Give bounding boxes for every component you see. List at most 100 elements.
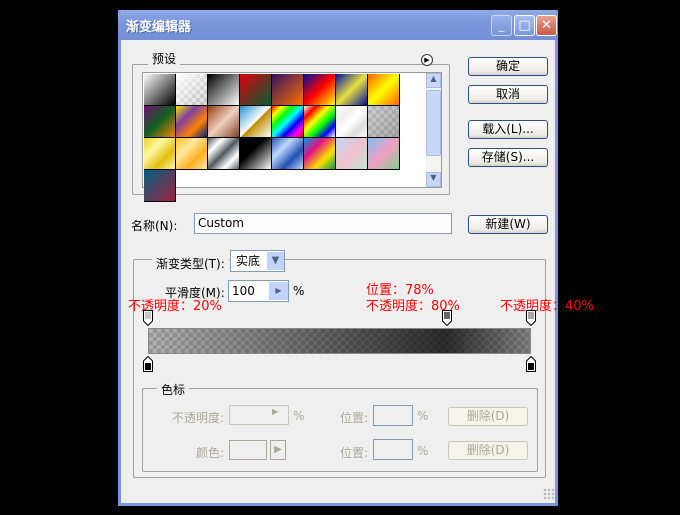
preset-swatch[interactable] xyxy=(240,74,272,106)
preset-swatch[interactable] xyxy=(176,74,208,106)
preset-swatch-fill xyxy=(368,138,399,169)
preset-swatch-fill xyxy=(240,106,271,137)
close-button[interactable]: ✕ xyxy=(536,15,557,36)
preset-swatch[interactable] xyxy=(336,74,368,106)
preset-swatch-fill xyxy=(336,106,367,137)
preset-swatch[interactable] xyxy=(208,138,240,170)
save-button[interactable]: 存储(S)... xyxy=(468,148,548,167)
preset-swatch[interactable] xyxy=(144,138,176,170)
stop-opacity-label: 不透明度: xyxy=(172,411,225,425)
preset-swatch-fill xyxy=(176,138,207,169)
gradient-type-select[interactable]: 实底 ▼ xyxy=(230,250,285,272)
preset-swatch-fill xyxy=(208,138,239,169)
stops-label: 色标 xyxy=(157,381,190,398)
new-button[interactable]: 新建(W) xyxy=(468,215,548,234)
opacity-slider-arrow-icon: ▶ xyxy=(272,407,279,416)
preset-swatch-fill xyxy=(272,106,303,137)
preset-swatch-fill xyxy=(176,74,207,105)
presets-label: 预设 xyxy=(148,50,181,67)
preset-swatch-fill xyxy=(208,106,239,137)
cancel-button[interactable]: 取消 xyxy=(468,85,548,104)
preset-swatch-fill xyxy=(240,74,271,105)
window-title: 渐变编辑器 xyxy=(126,20,192,35)
ok-button[interactable]: 确定 xyxy=(468,57,548,76)
color-stop[interactable] xyxy=(526,355,536,372)
resize-grip[interactable] xyxy=(543,488,555,500)
maximize-icon: □ xyxy=(518,18,531,33)
smoothness-value: 100 xyxy=(232,284,255,298)
opacity-stop[interactable] xyxy=(143,310,153,327)
smoothness-unit: % xyxy=(293,284,305,298)
presets-scrollbar[interactable]: ▲ ▼ xyxy=(426,73,441,187)
preset-swatch-fill xyxy=(176,106,207,137)
preset-swatch[interactable] xyxy=(304,138,336,170)
load-button[interactable]: 载入(L)... xyxy=(468,120,548,139)
presets-list: ▲ ▼ xyxy=(142,72,442,202)
delete-opacity-stop-button[interactable]: 删除(D) xyxy=(448,407,528,426)
preset-swatch[interactable] xyxy=(240,138,272,170)
chevron-down-icon: ▼ xyxy=(267,252,284,270)
minimize-button[interactable]: _ xyxy=(491,15,512,36)
preset-swatch[interactable] xyxy=(176,106,208,138)
delete-color-stop-button[interactable]: 删除(D) xyxy=(448,441,528,460)
scroll-down-icon[interactable]: ▼ xyxy=(426,172,441,187)
preset-swatch[interactable] xyxy=(176,138,208,170)
stop-color-swatch[interactable] xyxy=(229,440,267,460)
preset-swatch[interactable] xyxy=(304,74,336,106)
presets-menu-arrow-icon[interactable]: ▶ xyxy=(421,54,433,66)
preset-swatch[interactable] xyxy=(368,138,400,170)
preset-swatch[interactable] xyxy=(336,138,368,170)
stop-color-label: 颜色: xyxy=(196,446,225,460)
opacity-stop[interactable] xyxy=(441,310,452,327)
preset-swatch[interactable] xyxy=(336,106,368,138)
preset-swatch[interactable] xyxy=(368,74,400,106)
opacity-stop[interactable] xyxy=(526,310,536,327)
preset-swatch[interactable] xyxy=(144,74,176,106)
scroll-thumb[interactable] xyxy=(426,90,441,156)
stop-color-position-input[interactable] xyxy=(373,439,413,460)
scroll-up-icon[interactable]: ▲ xyxy=(426,73,441,88)
stop-opacity-position-input[interactable] xyxy=(373,405,413,426)
name-input[interactable]: Custom xyxy=(194,213,452,234)
preset-swatch-fill xyxy=(304,106,335,137)
gradient-bar[interactable] xyxy=(148,328,531,354)
preset-swatch[interactable] xyxy=(240,106,272,138)
preset-swatch[interactable] xyxy=(272,74,304,106)
stop-opacity-input[interactable]: ▶ xyxy=(229,405,289,425)
name-label: 名称(N): xyxy=(131,219,178,233)
preset-swatch[interactable] xyxy=(304,106,336,138)
smoothness-slider-arrow-icon[interactable]: ▶ xyxy=(269,282,288,300)
preset-swatch-fill xyxy=(272,138,303,169)
preset-swatch-fill xyxy=(304,138,335,169)
preset-swatch[interactable] xyxy=(368,106,400,138)
preset-swatch-fill xyxy=(144,170,175,201)
preset-swatch-fill xyxy=(144,106,175,137)
gradient-type-value: 实底 xyxy=(236,254,261,268)
preset-swatch-fill xyxy=(368,74,399,105)
preset-swatch-fill xyxy=(304,74,335,105)
stop-color-position-label: 位置: xyxy=(340,446,369,460)
title-bar[interactable]: 渐变编辑器 _ □ ✕ xyxy=(118,10,558,40)
preset-swatch-fill xyxy=(144,74,175,105)
preset-swatch[interactable] xyxy=(208,106,240,138)
smoothness-input[interactable]: 100 ▶ xyxy=(228,280,289,302)
preset-swatch-fill xyxy=(336,74,367,105)
preset-swatch-fill xyxy=(368,106,399,137)
color-menu-arrow-icon[interactable]: ▶ xyxy=(270,440,286,460)
stop-opacity-position-unit: % xyxy=(417,409,429,423)
preset-swatch-fill xyxy=(144,138,175,169)
preset-swatch-fill xyxy=(240,138,271,169)
stop-opacity-position-label: 位置: xyxy=(340,411,369,425)
gradient-type-label: 渐变类型(T): xyxy=(152,255,229,272)
stop-opacity-unit: % xyxy=(293,409,305,423)
color-stop[interactable] xyxy=(143,355,153,372)
minimize-icon: _ xyxy=(498,18,505,33)
preset-swatch[interactable] xyxy=(144,170,176,202)
annotation-right-opacity: 不透明度：40% xyxy=(500,299,594,314)
maximize-button[interactable]: □ xyxy=(514,15,535,36)
preset-swatch-fill xyxy=(272,74,303,105)
preset-swatch[interactable] xyxy=(272,106,304,138)
preset-swatch[interactable] xyxy=(144,106,176,138)
preset-swatch[interactable] xyxy=(208,74,240,106)
preset-swatch[interactable] xyxy=(272,138,304,170)
